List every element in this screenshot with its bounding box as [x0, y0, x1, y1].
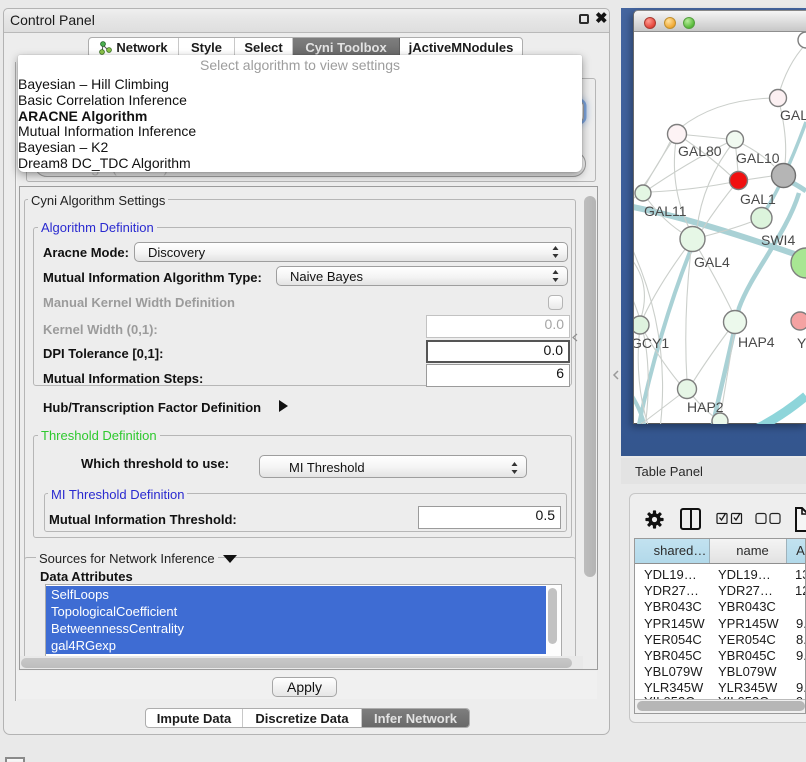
svg-text:GAL4: GAL4 [694, 254, 730, 270]
svg-text:HAP4: HAP4 [738, 334, 775, 350]
svg-text:GAL80: GAL80 [678, 143, 722, 159]
svg-text:GAL1: GAL1 [740, 191, 776, 207]
svg-text:GAL7: GAL7 [780, 107, 806, 123]
svg-text:GAL10: GAL10 [736, 150, 780, 166]
svg-text:Y: Y [797, 335, 806, 351]
svg-text:GCY1: GCY1 [634, 335, 669, 351]
svg-text:HAP2: HAP2 [687, 399, 724, 415]
svg-text:SWI4: SWI4 [761, 232, 795, 248]
svg-text:GAL11: GAL11 [644, 203, 687, 219]
